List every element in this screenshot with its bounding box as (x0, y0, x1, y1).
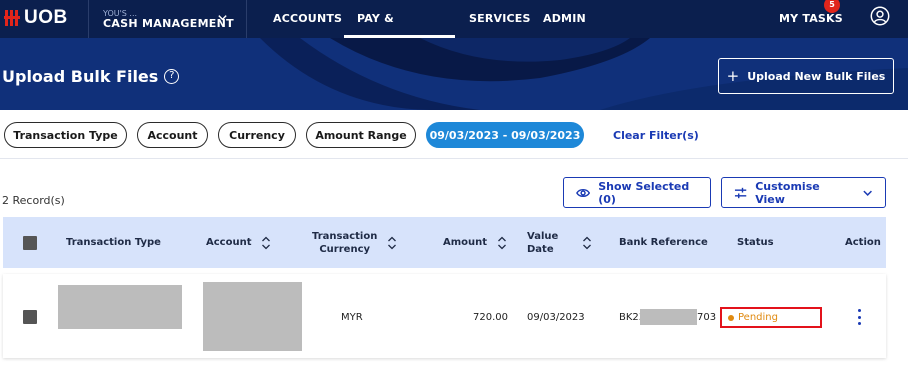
sort-icon[interactable] (387, 236, 397, 250)
cell-amount: 720.00 (473, 312, 508, 323)
header-label: Currency (319, 243, 371, 255)
record-count: 2 Record(s) (2, 194, 65, 207)
nav-pay-transfer[interactable]: PAY & TRANSFER (344, 0, 455, 63)
row-checkbox[interactable] (23, 310, 37, 324)
chevron-down-icon[interactable] (217, 12, 228, 23)
header-amount[interactable]: Amount (443, 217, 507, 268)
cash-management-menu[interactable]: YOU'S ... CASH MANAGEMENT (103, 0, 234, 38)
cell-value-date: 09/03/2023 (527, 312, 585, 323)
page-title: Upload Bulk Files ? (2, 67, 180, 86)
clear-filters-link[interactable]: Clear Filter(s) (613, 129, 699, 142)
header-status: Status (737, 217, 774, 268)
uob-logo[interactable]: UOB (4, 4, 68, 32)
sort-icon[interactable] (261, 236, 271, 250)
show-selected-button[interactable]: Show Selected (0) (563, 177, 711, 208)
cell-currency: MYR (341, 312, 363, 323)
table-header: Transaction Type Account Transaction Cur… (3, 217, 886, 268)
header-account[interactable]: Account (206, 217, 271, 268)
status-dot-icon (728, 314, 734, 321)
filter-currency[interactable]: Currency (218, 122, 296, 148)
sliders-icon (734, 187, 747, 198)
filter-account[interactable]: Account (137, 122, 208, 148)
header-value-date[interactable]: Value Date (527, 217, 592, 268)
nav-accounts[interactable]: ACCOUNTS (273, 0, 342, 38)
redacted-transaction-type (58, 285, 182, 329)
select-all-checkbox[interactable] (23, 236, 37, 250)
filter-transaction-type[interactable]: Transaction Type (4, 122, 127, 148)
uob-logo-icon (4, 10, 20, 26)
header-label: Status (737, 237, 774, 248)
header-label: Account (206, 237, 252, 248)
customise-view-label: Customise View (755, 179, 820, 206)
filter-amount-range[interactable]: Amount Range (306, 122, 416, 148)
chevron-down-icon (863, 190, 872, 196)
header-transaction-currency[interactable]: Transaction Currency (312, 217, 397, 268)
upload-button-label: Upload New Bulk Files (747, 69, 886, 83)
header-label: Transaction Type (66, 237, 161, 248)
redacted-account (203, 282, 302, 351)
filter-bar: Transaction Type Account Currency Amount… (0, 118, 908, 152)
status-text: Pending (738, 312, 778, 323)
divider (0, 158, 908, 159)
header-bank-reference: Bank Reference (619, 217, 708, 268)
header-label: Transaction (312, 230, 378, 242)
nav-divider (246, 0, 247, 38)
page-title-text: Upload Bulk Files (2, 67, 159, 86)
nav-services[interactable]: SERVICES (469, 0, 531, 38)
help-icon[interactable]: ? (164, 69, 180, 84)
filter-date-range[interactable]: 09/03/2023 - 09/03/2023 (426, 122, 584, 148)
more-actions-icon[interactable] (856, 309, 862, 325)
table-row[interactable]: MYR 720.00 09/03/2023 BK23 703 Pending (3, 274, 886, 358)
cell-bank-ref-suffix: 703 (697, 312, 717, 323)
header-label: Date (527, 243, 554, 255)
header-action: Action (845, 217, 881, 268)
status-badge: Pending (720, 307, 822, 328)
eye-icon (576, 188, 591, 197)
nav-divider (88, 0, 89, 38)
top-navigation: UOB YOU'S ... CASH MANAGEMENT ACCOUNTS P… (0, 0, 908, 63)
plus-icon: + (726, 67, 740, 85)
header-label: Action (845, 237, 881, 248)
header-label: Value (527, 230, 559, 242)
customise-view-button[interactable]: Customise View (721, 177, 886, 208)
sort-icon[interactable] (582, 236, 592, 250)
redacted-bank-reference (640, 309, 697, 325)
cash-management-label: CASH MANAGEMENT (103, 16, 234, 30)
header-label: Amount (443, 237, 488, 248)
sort-icon[interactable] (497, 236, 507, 250)
logo-text: UOB (24, 7, 68, 28)
header-label: Bank Reference (619, 237, 708, 248)
page-header-banner: Upload Bulk Files ? + Upload New Bulk Fi… (0, 38, 908, 110)
upload-new-bulk-files-button[interactable]: + Upload New Bulk Files (718, 58, 894, 94)
show-selected-label: Show Selected (0) (598, 179, 690, 206)
user-profile-icon[interactable] (869, 5, 891, 27)
header-transaction-type: Transaction Type (66, 217, 161, 268)
org-name: YOU'S ... (103, 8, 138, 17)
nav-admin[interactable]: ADMIN (543, 0, 586, 38)
